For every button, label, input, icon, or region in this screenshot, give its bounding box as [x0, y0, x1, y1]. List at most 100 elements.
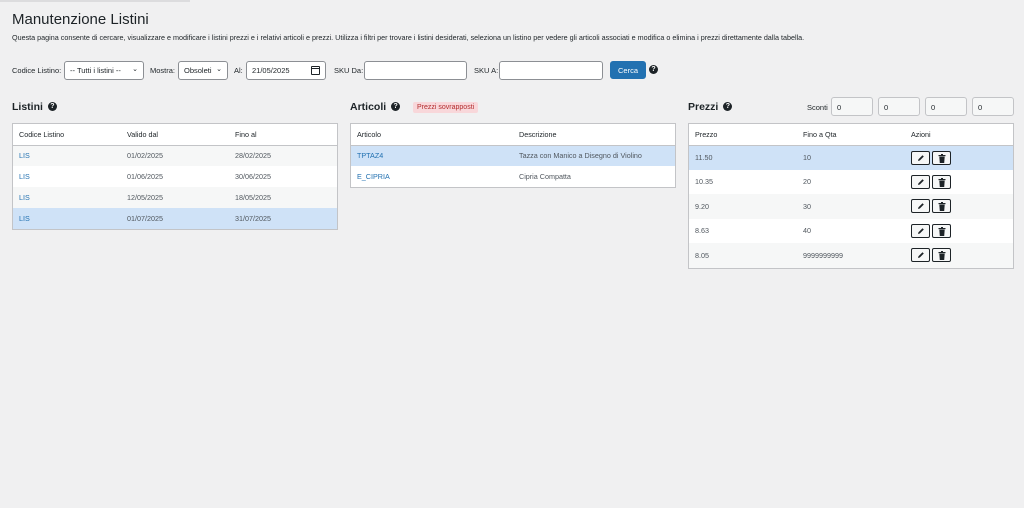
- edit-button[interactable]: [911, 248, 930, 263]
- articolo-link[interactable]: E_CIPRIA: [357, 172, 390, 181]
- table-row[interactable]: 9.20 30: [689, 194, 1013, 219]
- sku-a-input[interactable]: [499, 61, 603, 80]
- sconto-2-input[interactable]: 0: [878, 97, 920, 116]
- sku-da-input[interactable]: [364, 61, 467, 80]
- codice-listino-select[interactable]: -- Tutti i listini -- ⌄: [64, 61, 144, 80]
- trash-icon: [938, 153, 946, 163]
- help-icon[interactable]: ?: [649, 65, 658, 74]
- pencil-icon: [918, 227, 924, 234]
- edit-button[interactable]: [911, 199, 930, 214]
- al-date-value: 21/05/2025: [252, 66, 290, 75]
- valido-dal-cell: 12/05/2025: [121, 187, 229, 208]
- listino-code-link[interactable]: LIS: [19, 151, 30, 160]
- fino-al-cell: 30/06/2025: [235, 172, 271, 181]
- sku-a-label: SKU A:: [474, 66, 499, 75]
- search-button[interactable]: Cerca: [610, 61, 647, 79]
- fino-al-cell: 31/07/2025: [229, 208, 337, 229]
- prezzi-title: Prezzi?: [688, 101, 733, 113]
- descrizione-cell: Tazza con Manico a Disegno di Violino: [513, 145, 675, 166]
- table-row[interactable]: E_CIPRIA Cipria Compatta: [351, 166, 675, 187]
- mostra-value: Obsoleti: [184, 66, 212, 75]
- actions-cell: [905, 170, 1013, 195]
- qta-cell: 20: [803, 177, 811, 187]
- page-description: Questa pagina consente di cercare, visua…: [12, 33, 805, 42]
- table-row[interactable]: LIS 01/02/2025 28/02/2025: [13, 145, 337, 166]
- sku-da-label: SKU Da:: [334, 66, 364, 75]
- prezzi-title-text: Prezzi: [688, 101, 719, 113]
- sconto-1-input[interactable]: 0: [831, 97, 873, 116]
- actions-cell: [905, 145, 1013, 170]
- actions-cell: [905, 219, 1013, 244]
- trash-icon: [938, 226, 946, 236]
- column-header[interactable]: Articolo: [351, 124, 513, 146]
- listini-title: Listini?: [12, 101, 57, 113]
- delete-button[interactable]: [932, 223, 951, 238]
- delete-button[interactable]: [932, 174, 951, 189]
- column-header[interactable]: Azioni: [905, 124, 1013, 146]
- chevron-down-icon: ⌄: [216, 66, 222, 73]
- prezzo-cell: 9.20: [689, 194, 797, 219]
- listino-code-link[interactable]: LIS: [19, 214, 30, 223]
- page-title: Manutenzione Listini: [12, 11, 149, 28]
- column-header[interactable]: Valido dal: [121, 124, 229, 146]
- qta-cell: 9999999999: [797, 243, 905, 268]
- qta-cell: 10: [797, 145, 905, 170]
- codice-listino-value: -- Tutti i listini --: [70, 66, 121, 75]
- listino-code-link[interactable]: LIS: [19, 172, 30, 181]
- help-icon[interactable]: ?: [391, 101, 401, 111]
- table-row-selected[interactable]: 11.50 10: [689, 145, 1013, 170]
- column-header[interactable]: Fino a Qta: [797, 124, 905, 146]
- column-header[interactable]: Fino al: [229, 124, 337, 146]
- help-icon[interactable]: ?: [723, 101, 733, 111]
- trash-icon: [938, 177, 946, 187]
- prezzo-cell: 11.50: [689, 145, 797, 170]
- table-row[interactable]: LIS 12/05/2025 18/05/2025: [13, 187, 337, 208]
- edit-button[interactable]: [911, 174, 930, 189]
- al-label: Al:: [234, 66, 243, 75]
- table-row[interactable]: 10.35 20: [689, 170, 1013, 195]
- listini-table-panel: Codice Listino Valido dal Fino al LIS 01…: [12, 123, 338, 230]
- listini-table: Codice Listino Valido dal Fino al LIS 01…: [13, 124, 337, 229]
- delete-button[interactable]: [932, 150, 951, 165]
- qta-cell: 40: [803, 226, 811, 236]
- prezzo-cell: 10.35: [695, 177, 713, 187]
- column-header[interactable]: Prezzo: [689, 124, 797, 146]
- valido-dal-cell: 01/06/2025: [127, 172, 163, 181]
- table-row[interactable]: 8.05 9999999999: [689, 243, 1013, 268]
- prezzi-table-panel: Prezzo Fino a Qta Azioni 11.50 10 10.35 …: [688, 123, 1014, 269]
- calendar-icon[interactable]: [311, 66, 320, 75]
- column-header[interactable]: Descrizione: [513, 124, 675, 146]
- articoli-table-panel: Articolo Descrizione TPTAZ4 Tazza con Ma…: [350, 123, 676, 188]
- valido-dal-cell: 01/02/2025: [121, 145, 229, 166]
- overlap-warning-badge: Prezzi sovrapposti: [413, 102, 479, 113]
- table-row-selected[interactable]: LIS 01/07/2025 31/07/2025: [13, 208, 337, 229]
- mostra-select[interactable]: Obsoleti ⌄: [178, 61, 228, 80]
- articoli-title: Articoli?: [350, 101, 401, 113]
- prezzo-cell: 8.05: [689, 243, 797, 268]
- qta-cell: 30: [797, 194, 905, 219]
- fino-al-cell: 18/05/2025: [229, 187, 337, 208]
- actions-cell: [905, 194, 1013, 219]
- fino-al-cell: 28/02/2025: [229, 145, 337, 166]
- listino-code-link[interactable]: LIS: [19, 193, 30, 202]
- help-icon[interactable]: ?: [47, 101, 57, 111]
- al-date-input[interactable]: 21/05/2025: [246, 61, 326, 80]
- prezzi-table: Prezzo Fino a Qta Azioni 11.50 10 10.35 …: [689, 124, 1013, 268]
- mostra-label: Mostra:: [150, 66, 176, 75]
- sconto-3-input[interactable]: 0: [925, 97, 967, 116]
- prezzo-cell: 8.63: [695, 226, 709, 236]
- pencil-icon: [918, 203, 924, 210]
- edit-button[interactable]: [911, 150, 930, 165]
- edit-button[interactable]: [911, 223, 930, 238]
- table-row-selected[interactable]: TPTAZ4 Tazza con Manico a Disegno di Vio…: [351, 145, 675, 166]
- table-row[interactable]: 8.63 40: [689, 219, 1013, 244]
- column-header[interactable]: Codice Listino: [13, 124, 121, 146]
- delete-button[interactable]: [932, 248, 951, 263]
- trash-icon: [938, 202, 946, 212]
- top-divider: [0, 0, 190, 2]
- codice-listino-label: Codice Listino:: [12, 66, 62, 75]
- table-row[interactable]: LIS 01/06/2025 30/06/2025: [13, 166, 337, 187]
- sconto-4-input[interactable]: 0: [972, 97, 1014, 116]
- delete-button[interactable]: [932, 199, 951, 214]
- articolo-link[interactable]: TPTAZ4: [357, 151, 383, 160]
